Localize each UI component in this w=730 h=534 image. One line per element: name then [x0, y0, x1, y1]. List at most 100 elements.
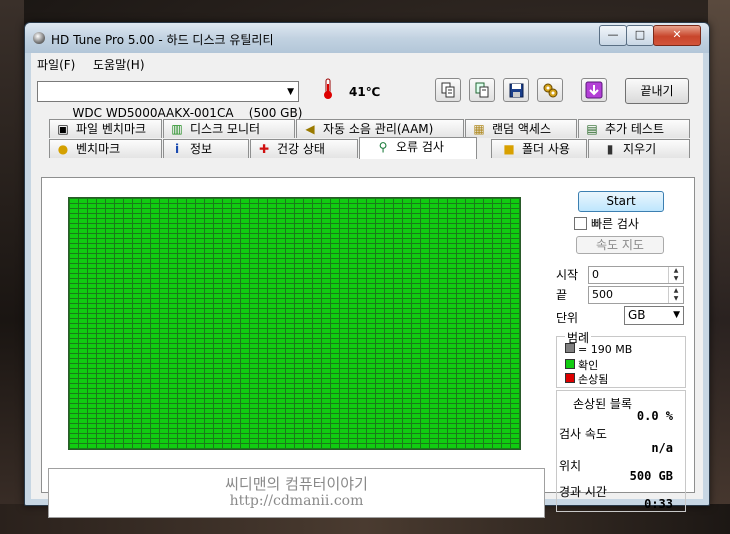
menu-help[interactable]: 도움말(H) — [93, 56, 145, 73]
title-bar[interactable]: HD Tune Pro 5.00 - 하드 디스크 유틸리티 — □ ✕ — [25, 23, 709, 53]
green-swatch-icon — [565, 359, 575, 369]
tab-label: 지우기 — [623, 142, 657, 156]
watermark-title: 씨디맨의 컴퓨터이야기 — [225, 475, 368, 493]
disk-monitor-icon: ▥ — [171, 122, 183, 136]
desktop-background-left — [0, 0, 24, 534]
tab-label: 랜덤 액세스 — [492, 122, 552, 136]
info-icon: i — [174, 142, 180, 156]
chevron-down-icon: ▼ — [673, 310, 680, 320]
window-title: HD Tune Pro 5.00 - 하드 디스크 유틸리티 — [51, 33, 274, 47]
block-map-grid — [68, 197, 521, 450]
copy-all-icon — [475, 82, 489, 98]
position-label: 위치 — [559, 459, 582, 473]
spinner-arrows-icon[interactable]: ▲ ▼ — [668, 287, 683, 303]
tab-label: 폴더 사용 — [522, 142, 570, 156]
quick-scan-checkbox[interactable]: 빠른 검사 — [574, 215, 639, 232]
trash-icon: ▮ — [606, 142, 614, 156]
elapsed-time-label: 경과 시간 — [559, 485, 607, 499]
copy-all-button[interactable] — [469, 78, 495, 102]
legend-label: 손상됨 — [578, 373, 609, 386]
chevron-down-icon: ▼ — [287, 87, 294, 97]
minimize-icon: — — [607, 28, 619, 41]
error-scan-panel: 씨디맨의 컴퓨터이야기 http://cdmanii.com Start 빠른 … — [41, 177, 695, 518]
scan-speed-value: n/a — [651, 441, 673, 455]
folder-icon: ■ — [503, 142, 515, 156]
exit-button[interactable]: 끝내기 — [625, 78, 689, 104]
tab-label: 정보 — [190, 142, 213, 156]
copy-button[interactable] — [435, 78, 461, 102]
start-button[interactable]: Start — [578, 191, 664, 212]
download-button[interactable] — [581, 78, 607, 102]
quick-scan-label: 빠른 검사 — [591, 217, 639, 231]
tab-label: 오류 검사 — [396, 140, 444, 154]
tab-random-access[interactable]: ▦ 랜덤 액세스 — [465, 119, 577, 138]
tab-label: 디스크 모니터 — [190, 122, 261, 136]
gray-swatch-icon — [565, 343, 575, 353]
unit-select[interactable]: GB ▼ — [624, 306, 684, 325]
damaged-blocks-value: 0.0 % — [636, 409, 673, 423]
speaker-icon: ◀ — [305, 122, 315, 136]
maximize-button[interactable]: □ — [626, 25, 654, 46]
legend-item-block-size: = 190 MB — [565, 343, 632, 356]
desktop-background-right — [708, 0, 730, 534]
damaged-blocks-label: 손상된 블록 — [573, 397, 633, 411]
copy-icon — [441, 82, 455, 98]
tab-label: 건강 상태 — [277, 142, 325, 156]
minimize-button[interactable]: — — [599, 25, 627, 46]
close-icon: ✕ — [672, 28, 682, 41]
speed-map-button[interactable]: 속도 지도 — [576, 236, 664, 254]
temperature-readout: 41℃ — [349, 85, 381, 99]
checkbox-box[interactable] — [574, 217, 587, 230]
legend-item-damaged: 손상됨 — [565, 371, 608, 387]
close-button[interactable]: ✕ — [653, 25, 701, 46]
app-window: HD Tune Pro 5.00 - 하드 디스크 유틸리티 — □ ✕ 파일(… — [24, 22, 710, 518]
tab-label: 자동 소음 관리(AAM) — [323, 122, 434, 136]
tab-erase[interactable]: ▮ 지우기 — [588, 139, 690, 158]
legend-label: = 190 MB — [578, 343, 633, 356]
health-cross-icon: ✚ — [258, 142, 270, 156]
stats-group: 손상된 블록 0.0 % 검사 속도 n/a 위치 500 GB 경과 시간 0… — [556, 390, 686, 512]
tab-error-scan[interactable]: ⚲ 오류 검사 — [359, 137, 477, 159]
tab-info[interactable]: i 정보 — [163, 139, 249, 158]
download-icon — [585, 81, 603, 99]
magnifier-icon: ⚲ — [378, 140, 388, 154]
elapsed-time-value: 0:33 — [644, 497, 673, 511]
unit-select-value: GB — [628, 308, 646, 322]
red-swatch-icon — [565, 373, 575, 383]
tab-file-benchmark[interactable]: ▣ 파일 벤치마크 — [49, 119, 162, 138]
client-area: 파일(F) 도움말(H) WDC WD5000AAKX-001CA (500 G… — [31, 53, 703, 518]
tab-health[interactable]: ✚ 건강 상태 — [250, 139, 358, 158]
drive-select-value: WDC WD5000AAKX-001CA (500 GB) — [72, 106, 303, 120]
tab-label: 추가 테스트 — [605, 122, 665, 136]
lightbulb-icon: ● — [57, 142, 69, 156]
drive-select[interactable]: WDC WD5000AAKX-001CA (500 GB) ▼ — [37, 81, 302, 120]
position-value: 500 GB — [629, 469, 673, 483]
end-field-label: 끝 — [556, 288, 568, 302]
app-icon — [33, 32, 45, 44]
menu-file[interactable]: 파일(F) — [37, 56, 75, 73]
legend-group: 범례 = 190 MB 확인 손상됨 — [556, 329, 686, 388]
end-input[interactable]: 500 ▲ ▼ — [588, 286, 684, 304]
scan-speed-label: 검사 속도 — [559, 427, 607, 441]
watermark-url: http://cdmanii.com — [229, 493, 364, 509]
end-input-value: 500 — [592, 288, 613, 301]
options-button[interactable] — [537, 78, 563, 102]
start-input[interactable]: 0 ▲ ▼ — [588, 266, 684, 284]
start-field-label: 시작 — [556, 268, 579, 282]
menu-bar: 파일(F) 도움말(H) — [31, 53, 703, 73]
tab-folder-usage[interactable]: ■ 폴더 사용 — [491, 139, 587, 158]
tab-extra-tests[interactable]: ▤ 추가 테스트 — [578, 119, 690, 138]
save-button[interactable] — [503, 78, 529, 102]
unit-label: 단위 — [556, 311, 579, 325]
thermometer-icon — [315, 78, 341, 102]
save-icon — [509, 83, 523, 98]
tab-aam[interactable]: ◀ 자동 소음 관리(AAM) — [296, 119, 464, 138]
start-input-value: 0 — [592, 268, 599, 281]
maximize-icon: □ — [634, 28, 646, 41]
toolbar: WDC WD5000AAKX-001CA (500 GB) ▼ 41℃ 끝내기 — [31, 75, 703, 120]
tab-label: 파일 벤치마크 — [76, 122, 147, 136]
tab-disk-monitor[interactable]: ▥ 디스크 모니터 — [163, 119, 295, 138]
extra-tests-icon: ▤ — [586, 122, 598, 136]
tab-benchmark[interactable]: ● 벤치마크 — [49, 139, 162, 158]
spinner-arrows-icon[interactable]: ▲ ▼ — [668, 267, 683, 283]
